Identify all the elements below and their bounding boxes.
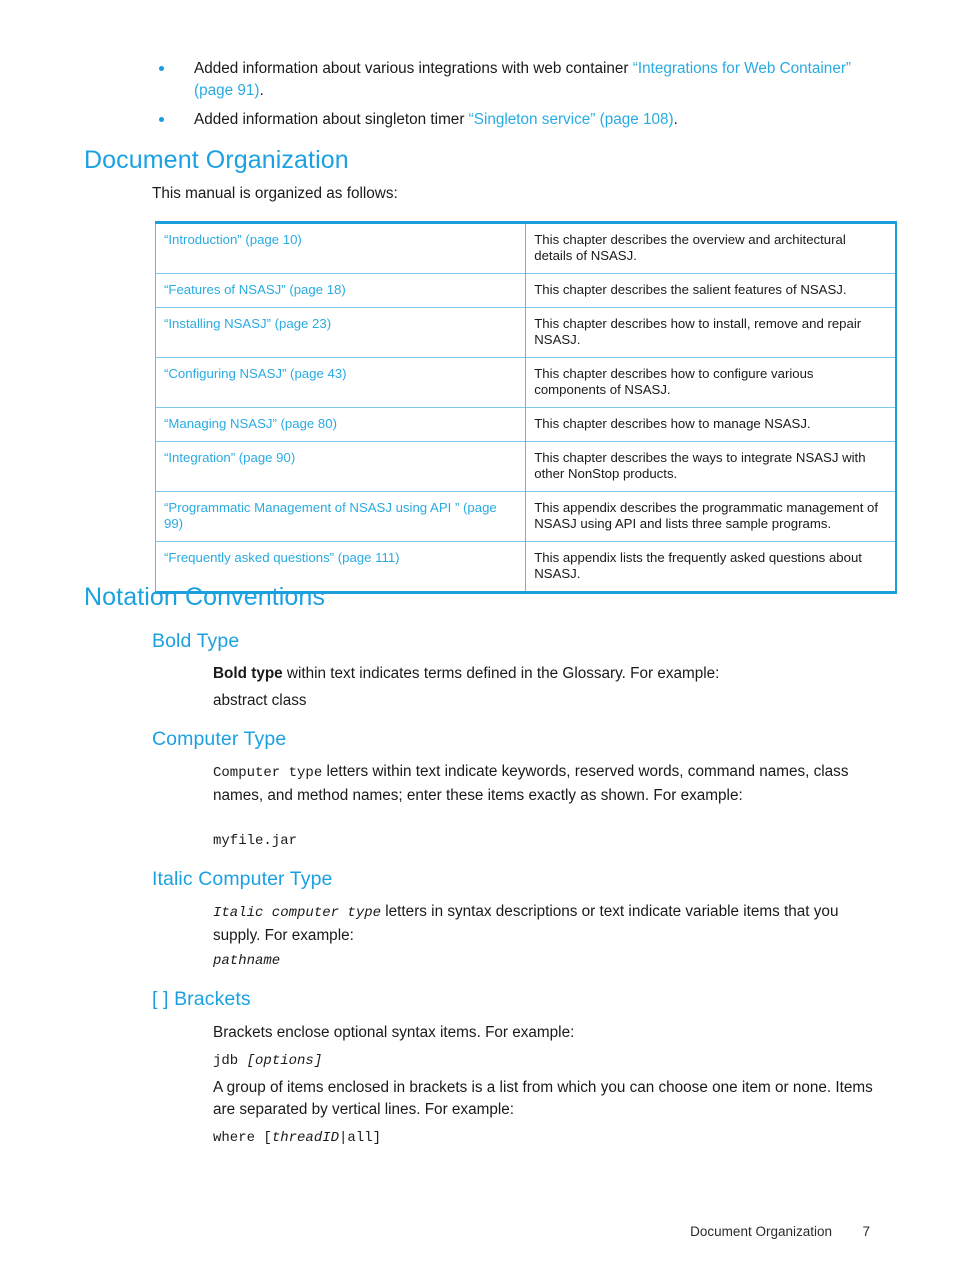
section-heading-notation-conventions: Notation Conventions	[84, 583, 326, 611]
table-body: “Introduction” (page 10) This chapter de…	[155, 222, 897, 593]
bullet-dot-icon	[159, 66, 164, 71]
table-cell-chapter[interactable]: “Configuring NSASJ” (page 43)	[155, 357, 527, 408]
table-cell-chapter[interactable]: “Features of NSASJ” (page 18)	[155, 273, 527, 308]
table-row: “Integration” (page 90) This chapter des…	[155, 441, 896, 492]
page-footer: Document Organization 7	[0, 1224, 954, 1239]
table-cell-chapter[interactable]: “Integration” (page 90)	[155, 441, 527, 492]
list-item: Added information about singleton timer …	[152, 109, 870, 131]
subsection-heading-computer-type: Computer Type	[152, 728, 287, 750]
brackets-example-1: jdb [options]	[213, 1049, 873, 1073]
bullet-text-after: .	[259, 81, 264, 99]
cross-reference-link[interactable]: “Singleton service” (page 108)	[469, 111, 674, 128]
table-row: “Configuring NSASJ” (page 43) This chapt…	[155, 357, 896, 408]
bullet-text-before: Added information about singleton timer	[194, 111, 469, 128]
computer-type-term: Computer type	[213, 765, 323, 781]
change-bullet-list: Added information about various integrat…	[152, 58, 870, 139]
brackets-example-2: where [threadID|all]	[213, 1126, 873, 1150]
table-cell-description: This chapter describes the salient featu…	[525, 273, 896, 308]
bullet-dot-icon	[159, 117, 164, 122]
table-row: “Programmatic Management of NSASJ using …	[155, 491, 896, 542]
subsection-heading-brackets: [ ] Brackets	[152, 988, 251, 1010]
table-cell-chapter[interactable]: “Programmatic Management of NSASJ using …	[155, 491, 527, 542]
table-cell-description: This chapter describes the overview and …	[534, 232, 846, 263]
bullet-text-after: .	[673, 111, 678, 128]
table-cell-description: This appendix describes the programmatic…	[525, 491, 896, 542]
italic-computer-type-term: Italic computer type	[213, 905, 382, 921]
italic-computer-type-example: pathname	[213, 953, 281, 969]
document-organization-table: “Introduction” (page 10) This chapter de…	[155, 221, 897, 594]
bold-type-body: within text indicates terms defined in t…	[282, 665, 720, 682]
bold-type-paragraph: Bold type within text indicates terms de…	[213, 663, 873, 685]
table-cell-description: This chapter describes the ways to integ…	[525, 441, 896, 492]
brackets-example-1-italic: [options]	[246, 1053, 323, 1069]
table-row: “Introduction” (page 10) This chapter de…	[155, 222, 897, 274]
intro-paragraph: This manual is organized as follows:	[152, 185, 398, 202]
table-cell-chapter[interactable]: “Installing NSASJ” (page 23)	[155, 307, 527, 358]
subsection-heading-italic-computer-type: Italic Computer Type	[152, 868, 333, 890]
bullet-text-before: Added information about various integrat…	[194, 60, 633, 77]
computer-type-paragraph: Computer type letters within text indica…	[213, 761, 873, 806]
table-row: “Managing NSASJ” (page 80) This chapter …	[155, 407, 896, 442]
table-cell-description: This appendix lists the frequently asked…	[525, 541, 896, 593]
footer-page-number: 7	[862, 1224, 870, 1239]
bold-type-example: abstract class	[213, 692, 307, 709]
brackets-example-2-plain-a: where [	[213, 1130, 272, 1146]
list-item: Added information about various integrat…	[152, 58, 870, 101]
bold-type-term: Bold type	[213, 665, 283, 682]
table-cell-description: This chapter describes how to install, r…	[525, 307, 896, 358]
document-page: Added information about various integrat…	[0, 0, 954, 1271]
table-cell-description: This chapter describes how to manage NSA…	[525, 407, 896, 442]
brackets-paragraph-1: Brackets enclose optional syntax items. …	[213, 1024, 575, 1041]
footer-section-title: Document Organization	[690, 1224, 832, 1239]
table-cell-chapter[interactable]: “Introduction” (page 10)	[155, 222, 527, 274]
table-cell-chapter[interactable]: “Managing NSASJ” (page 80)	[155, 407, 527, 442]
table-cell-description: This chapter describes how to configure …	[525, 357, 896, 408]
brackets-example-1-plain: jdb	[213, 1053, 247, 1069]
brackets-example-2-italic: threadID	[271, 1130, 340, 1146]
italic-computer-type-paragraph: Italic computer type letters in syntax d…	[213, 901, 873, 946]
table-row: “Installing NSASJ” (page 23) This chapte…	[155, 307, 896, 358]
brackets-paragraph-2: A group of items enclosed in brackets is…	[213, 1079, 873, 1118]
brackets-example-2-plain-b: |all]	[339, 1130, 382, 1146]
subsection-heading-bold-type: Bold Type	[152, 630, 240, 652]
computer-type-example: myfile.jar	[213, 833, 298, 849]
table-row: “Features of NSASJ” (page 18) This chapt…	[155, 273, 896, 308]
section-heading-document-organization: Document Organization	[84, 146, 349, 174]
